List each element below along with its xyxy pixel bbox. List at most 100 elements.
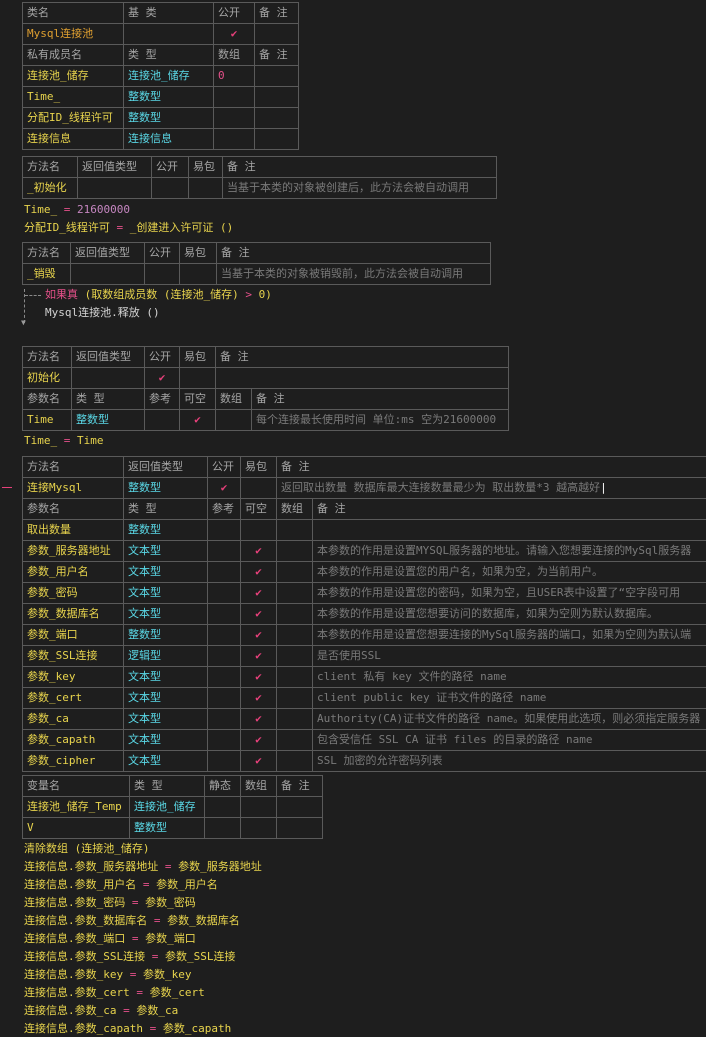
member-note-cell[interactable] bbox=[255, 87, 299, 108]
code-line[interactable]: 连接信息.参数_SSL连接 = 参数_SSL连接 bbox=[24, 948, 236, 965]
public-cell[interactable] bbox=[145, 264, 180, 285]
method-row[interactable]: 连接Mysql 整数型 ✔ 返回取出数量 数据库最大连接数量最少为 取出数量*3… bbox=[23, 478, 706, 499]
code-line[interactable]: 分配ID_线程许可 = _创建进入许可证 () bbox=[24, 219, 233, 236]
by-ref-cell[interactable] bbox=[208, 520, 241, 541]
by-ref-cell[interactable] bbox=[208, 688, 241, 709]
method-row[interactable]: _销毁 当基于本类的对象被销毁前，此方法会被自动调用 bbox=[23, 264, 491, 285]
public-check-cell[interactable]: ✔ bbox=[214, 24, 255, 45]
var-name-cell[interactable]: 连接池_储存_Temp bbox=[23, 797, 130, 818]
param-type-cell[interactable]: 文本型 bbox=[124, 667, 208, 688]
nullable-check-cell[interactable]: ✔ bbox=[241, 604, 277, 625]
code-line[interactable]: Mysql连接池.释放 () bbox=[45, 304, 160, 321]
member-row[interactable]: Time_ 整数型 bbox=[23, 87, 299, 108]
member-note-cell[interactable] bbox=[255, 129, 299, 150]
param-note-cell[interactable]: client 私有 key 文件的路径 name bbox=[313, 667, 706, 688]
code-line[interactable]: 连接信息.参数_用户名 = 参数_用户名 bbox=[24, 876, 218, 893]
member-note-cell[interactable] bbox=[255, 108, 299, 129]
param-type-cell[interactable]: 整数型 bbox=[124, 520, 208, 541]
param-row[interactable]: 参数_数据库名文本型✔本参数的作用是设置您想要访问的数据库，如果为空则为默认数据… bbox=[23, 604, 706, 625]
method-row[interactable]: _初始化 当基于本类的对象被创建后，此方法会被自动调用 bbox=[23, 178, 497, 199]
nullable-check-cell[interactable]: ✔ bbox=[241, 625, 277, 646]
if-statement[interactable]: 如果真 (取数组成员数 (连接池_储存) > 0) bbox=[45, 286, 272, 303]
array-cell[interactable] bbox=[277, 625, 313, 646]
param-name-cell[interactable]: 参数_ca bbox=[23, 709, 124, 730]
member-row[interactable]: 连接信息 连接信息 bbox=[23, 129, 299, 150]
nullable-check-cell[interactable]: ✔ bbox=[241, 646, 277, 667]
by-ref-cell[interactable] bbox=[208, 667, 241, 688]
array-cell[interactable] bbox=[277, 520, 313, 541]
by-ref-cell[interactable] bbox=[208, 730, 241, 751]
note-cell[interactable] bbox=[255, 24, 299, 45]
param-type-cell[interactable]: 整数型 bbox=[124, 625, 208, 646]
param-type-cell[interactable]: 文本型 bbox=[124, 730, 208, 751]
member-array-cell[interactable]: 0 bbox=[214, 66, 255, 87]
array-cell[interactable] bbox=[241, 818, 277, 839]
nullable-check-cell[interactable]: ✔ bbox=[241, 688, 277, 709]
param-name-cell[interactable]: 参数_cert bbox=[23, 688, 124, 709]
public-check-cell[interactable]: ✔ bbox=[208, 478, 241, 499]
array-cell[interactable] bbox=[216, 410, 252, 431]
code-line[interactable]: 连接信息.参数_数据库名 = 参数_数据库名 bbox=[24, 912, 240, 929]
param-name-cell[interactable]: Time bbox=[23, 410, 72, 431]
param-row[interactable]: 参数_cipher文本型 ✔ SSL 加密的允许密码列表 bbox=[23, 751, 706, 772]
method-row[interactable]: 初始化 ✔ bbox=[23, 368, 509, 389]
method-note-cell[interactable]: 返回取出数量 数据库最大连接数量最少为 取出数量*3 越高越好| bbox=[277, 478, 706, 499]
param-name-cell[interactable]: 参数_SSL连接 bbox=[23, 646, 124, 667]
member-name-cell[interactable]: 连接信息 bbox=[23, 129, 124, 150]
var-type-cell[interactable]: 整数型 bbox=[130, 818, 205, 839]
return-type-cell[interactable] bbox=[71, 264, 145, 285]
param-note-cell[interactable]: 本参数的作用是设置MYSQL服务器的地址。请输入您想要连接的MySql服务器 bbox=[313, 541, 706, 562]
return-type-cell[interactable]: 整数型 bbox=[124, 478, 208, 499]
array-cell[interactable] bbox=[277, 751, 313, 772]
array-cell[interactable] bbox=[277, 604, 313, 625]
method-note-cell[interactable] bbox=[216, 368, 509, 389]
param-note-cell[interactable]: client public key 证书文件的路径 name bbox=[313, 688, 706, 709]
var-row[interactable]: 连接池_储存_Temp 连接池_储存 bbox=[23, 797, 323, 818]
method-name-cell[interactable]: 初始化 bbox=[23, 368, 72, 389]
member-array-cell[interactable] bbox=[214, 87, 255, 108]
param-note-cell[interactable]: 本参数的作用是设置您的用户名，如果为空，为当前用户。 bbox=[313, 562, 706, 583]
nullable-check-cell[interactable]: ✔ bbox=[241, 751, 277, 772]
param-note-cell[interactable]: 本参数的作用是设置您的密码，如果为空，且USER表中设置了“空字段可用 bbox=[313, 583, 706, 604]
param-row[interactable]: Time 整数型 ✔ 每个连接最长使用时间 单位:ms 空为21600000 bbox=[23, 410, 509, 431]
array-cell[interactable] bbox=[277, 562, 313, 583]
array-cell[interactable] bbox=[277, 709, 313, 730]
param-row[interactable]: 参数_capath文本型✔包含受信任 SSL CA 证书 files 的目录的路… bbox=[23, 730, 706, 751]
var-row[interactable]: V 整数型 bbox=[23, 818, 323, 839]
param-type-cell[interactable]: 文本型 bbox=[124, 562, 208, 583]
member-array-cell[interactable] bbox=[214, 129, 255, 150]
array-cell[interactable] bbox=[277, 646, 313, 667]
static-cell[interactable] bbox=[205, 818, 241, 839]
nullable-check-cell[interactable]: ✔ bbox=[241, 730, 277, 751]
easy-pack-cell[interactable] bbox=[241, 478, 277, 499]
code-line[interactable]: 连接信息.参数_key = 参数_key bbox=[24, 966, 192, 983]
param-row[interactable]: 参数_key文本型✔client 私有 key 文件的路径 name bbox=[23, 667, 706, 688]
array-cell[interactable] bbox=[277, 541, 313, 562]
param-name-cell[interactable]: 参数_数据库名 bbox=[23, 604, 124, 625]
param-note-cell[interactable]: SSL 加密的允许密码列表 bbox=[313, 751, 706, 772]
param-row[interactable]: 参数_密码文本型✔本参数的作用是设置您的密码，如果为空，且USER表中设置了“空… bbox=[23, 583, 706, 604]
method-note-cell[interactable]: 当基于本类的对象被创建后，此方法会被自动调用 bbox=[223, 178, 497, 199]
var-name-cell[interactable]: V bbox=[23, 818, 130, 839]
param-name-cell[interactable]: 取出数量 bbox=[23, 520, 124, 541]
param-name-cell[interactable]: 参数_cipher bbox=[23, 751, 124, 772]
easy-pack-cell[interactable] bbox=[180, 264, 217, 285]
by-ref-cell[interactable] bbox=[208, 646, 241, 667]
param-note-cell[interactable]: 本参数的作用是设置您想要访问的数据库，如果为空则为默认数据库。 bbox=[313, 604, 706, 625]
member-array-cell[interactable] bbox=[214, 108, 255, 129]
param-note-cell[interactable]: 本参数的作用是设置您想要连接的MySql服务器的端口，如果为空则为默认端 bbox=[313, 625, 706, 646]
code-line[interactable]: Time_ = 21600000 bbox=[24, 201, 130, 218]
param-type-cell[interactable]: 文本型 bbox=[124, 751, 208, 772]
by-ref-cell[interactable] bbox=[208, 709, 241, 730]
base-class-cell[interactable] bbox=[124, 24, 214, 45]
nullable-check-cell[interactable]: ✔ bbox=[241, 583, 277, 604]
param-row[interactable]: 参数_ca文本型✔Authority(CA)证书文件的路径 name。如果使用此… bbox=[23, 709, 706, 730]
by-ref-cell[interactable] bbox=[145, 410, 180, 431]
param-note-cell[interactable]: Authority(CA)证书文件的路径 name。如果使用此选项，则必须指定服… bbox=[313, 709, 706, 730]
param-row[interactable]: 参数_cert文本型✔client public key 证书文件的路径 nam… bbox=[23, 688, 706, 709]
code-line[interactable]: 清除数组 (连接池_储存) bbox=[24, 840, 150, 857]
by-ref-cell[interactable] bbox=[208, 625, 241, 646]
member-row[interactable]: 连接池_储存 连接池_储存 0 bbox=[23, 66, 299, 87]
param-name-cell[interactable]: 参数_端口 bbox=[23, 625, 124, 646]
by-ref-cell[interactable] bbox=[208, 583, 241, 604]
